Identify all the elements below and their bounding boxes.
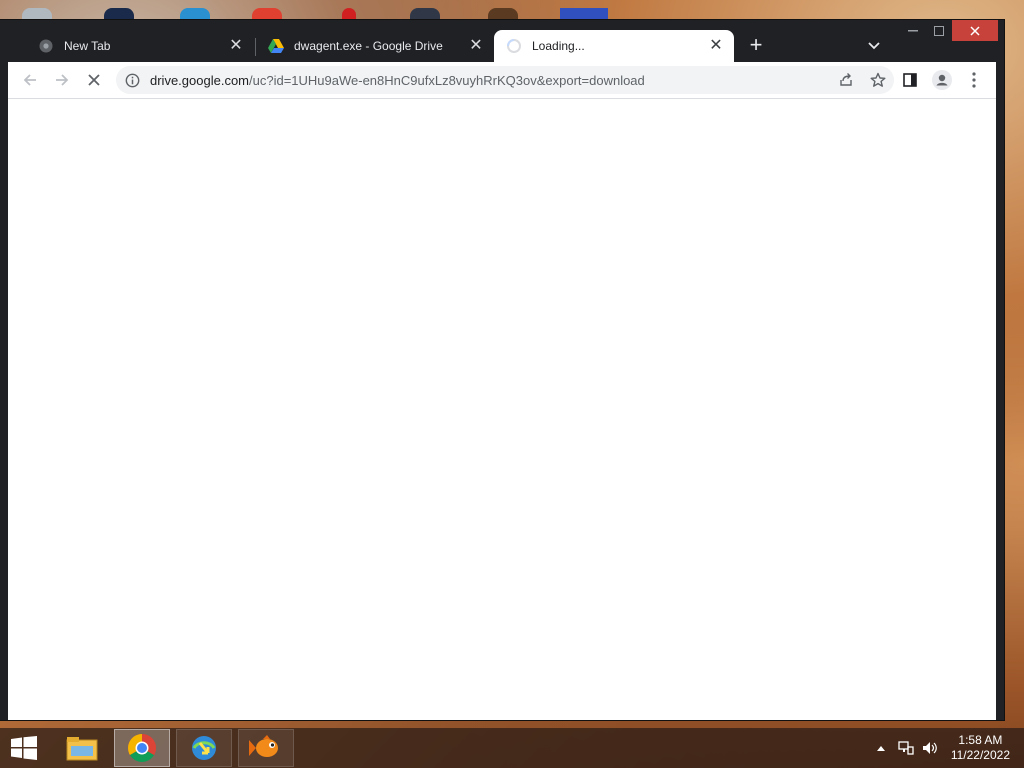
tab-title: Loading...	[532, 39, 585, 53]
new-tab-button[interactable]: +	[744, 34, 768, 58]
browser-window: New Tab ✕ dwagent.exe - Google Drive ✕ L…	[0, 20, 1004, 720]
desktop-icons-row	[0, 0, 1024, 22]
bookmark-star-icon[interactable]	[868, 70, 888, 90]
share-icon[interactable]	[836, 70, 856, 90]
forward-arrow-icon[interactable]	[48, 66, 76, 94]
tab-loading[interactable]: Loading... ✕	[494, 30, 734, 62]
network-icon[interactable]	[896, 728, 916, 768]
close-tab-icon[interactable]: ✕	[708, 38, 724, 54]
file-explorer-icon[interactable]	[54, 729, 110, 767]
url-text[interactable]: drive.google.com/uc?id=1UHu9aWe-en8HnC9u…	[150, 73, 645, 88]
browser-toolbar: drive.google.com/uc?id=1UHu9aWe-en8HnC9u…	[8, 62, 996, 99]
google-drive-icon	[268, 38, 284, 54]
clock-time: 1:58 AM	[958, 733, 1003, 747]
system-clock[interactable]: 1:58 AM 11/22/2022	[951, 733, 1010, 763]
google-chrome-icon[interactable]	[114, 729, 170, 767]
tab-new-tab[interactable]: New Tab ✕	[10, 30, 254, 62]
show-hidden-icons-chevron-icon[interactable]	[874, 728, 888, 768]
address-bar[interactable]: drive.google.com/uc?id=1UHu9aWe-en8HnC9u…	[116, 66, 894, 94]
profile-avatar-icon[interactable]	[928, 66, 956, 94]
stop-loading-icon[interactable]	[80, 66, 108, 94]
internet-download-manager-icon[interactable]	[176, 729, 232, 767]
url-host: drive.google.com	[150, 73, 249, 88]
close-tab-icon[interactable]: ✕	[468, 38, 484, 54]
chrome-icon	[38, 38, 54, 54]
tab-search-chevron-icon[interactable]	[864, 36, 884, 56]
loading-spinner-icon	[506, 38, 522, 54]
side-panel-icon[interactable]	[896, 66, 924, 94]
url-path: /uc?id=1UHu9aWe-en8HnC9ufxLz8vuyhRrKQ3ov…	[249, 73, 645, 88]
page-content	[8, 99, 996, 720]
goldfish-app-icon[interactable]	[238, 729, 294, 767]
clock-date: 11/22/2022	[950, 748, 1010, 762]
close-window-button[interactable]	[952, 20, 998, 41]
tab-title: New Tab	[64, 39, 111, 53]
kebab-menu-icon[interactable]	[960, 66, 988, 94]
volume-icon[interactable]	[920, 728, 940, 768]
taskbar: 1:58 AM 11/22/2022	[0, 728, 1024, 768]
tab-google-drive[interactable]: dwagent.exe - Google Drive ✕	[240, 30, 494, 62]
back-arrow-icon[interactable]	[16, 66, 44, 94]
windows-start-icon[interactable]	[0, 728, 48, 768]
tab-strip: New Tab ✕ dwagent.exe - Google Drive ✕ L…	[0, 20, 1004, 62]
site-info-icon[interactable]	[124, 72, 140, 88]
tab-title: dwagent.exe - Google Drive	[294, 39, 443, 53]
